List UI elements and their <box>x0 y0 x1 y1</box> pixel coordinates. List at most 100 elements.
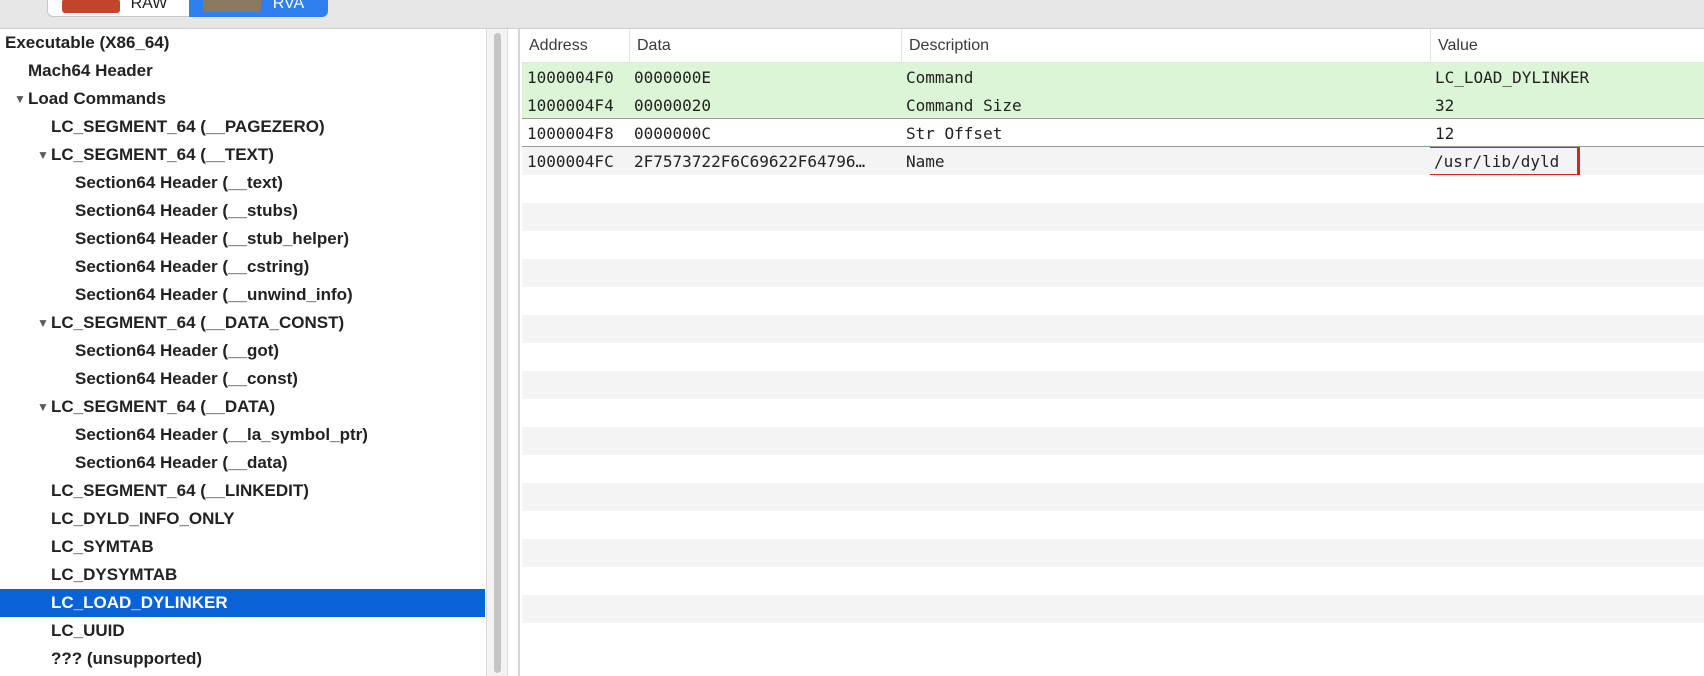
cell-value: /usr/lib/dyld <box>1430 147 1704 175</box>
tree-item-label: LC_SEGMENT_64 (__DATA_CONST) <box>51 313 345 332</box>
table-row[interactable]: 1000004F8 0000000C Str Offset 12 <box>522 119 1704 147</box>
tree-item-label: Section64 Header (__stub_helper) <box>75 229 349 248</box>
empty-table-row[interactable] <box>522 287 1704 315</box>
raw-label: RAW <box>130 0 168 12</box>
tree-item[interactable]: LC_DYSYMTAB <box>0 561 485 589</box>
tree-item-label: ??? (unsupported) <box>51 649 203 668</box>
tree-item-label: LC_DYLD_INFO_ONLY <box>51 509 235 528</box>
tree-item[interactable]: LC_LOAD_DYLINKER <box>0 589 485 617</box>
split-view-divider[interactable] <box>486 29 508 676</box>
empty-table-row[interactable] <box>522 175 1704 203</box>
empty-table-row[interactable] <box>522 539 1704 567</box>
cell-data: 2F7573722F6C69622F64796… <box>634 151 866 171</box>
cell-description: Command Size <box>906 95 1022 115</box>
disclosure-triangle-icon[interactable]: ▼ <box>12 92 28 106</box>
tree-item-label: LC_DYSYMTAB <box>51 565 178 584</box>
cell-address: 1000004F4 <box>527 95 614 115</box>
empty-table-row[interactable] <box>522 259 1704 287</box>
tree-item[interactable]: LC_SEGMENT_64 (__PAGEZERO) <box>0 113 485 141</box>
tree-item[interactable]: ▼ LC_SEGMENT_64 (__DATA_CONST) <box>0 309 485 337</box>
empty-table-row[interactable] <box>522 231 1704 259</box>
tree-item-label: LC_SEGMENT_64 (__PAGEZERO) <box>51 117 325 136</box>
disclosure-triangle-icon[interactable]: ▼ <box>35 148 51 162</box>
disclosure-triangle-icon[interactable]: ▼ <box>35 400 51 414</box>
cell-data: 00000020 <box>634 95 712 115</box>
empty-table-row[interactable] <box>522 427 1704 455</box>
toolbar: RAW RVA <box>0 0 1704 29</box>
tree-item[interactable]: LC_SEGMENT_64 (__LINKEDIT) <box>0 477 485 505</box>
cell-address: 1000004FC <box>527 151 614 171</box>
cell-value: 32 <box>1435 95 1455 115</box>
rva-icon <box>203 0 261 12</box>
tree-item-label: LC_SEGMENT_64 (__LINKEDIT) <box>51 481 309 500</box>
disclosure-triangle-icon[interactable]: ▼ <box>35 316 51 330</box>
tree-item-label: LC_SEGMENT_64 (__TEXT) <box>51 145 274 164</box>
tree-item-label: LC_LOAD_DYLINKER <box>51 593 228 612</box>
empty-table-row[interactable] <box>522 455 1704 483</box>
table-header: Address Data Description Value <box>522 29 1704 63</box>
tree-item[interactable]: Section64 Header (__la_symbol_ptr) <box>0 421 485 449</box>
cell-description: Command <box>906 67 974 87</box>
tree-item[interactable]: LC_UUID <box>0 617 485 645</box>
tree-item-label: Section64 Header (__got) <box>75 341 280 360</box>
tree-item[interactable]: Section64 Header (__stub_helper) <box>0 225 485 253</box>
cell-description: Name <box>906 151 945 171</box>
empty-table-row[interactable] <box>522 567 1704 595</box>
empty-table-row[interactable] <box>522 315 1704 343</box>
table-row[interactable]: 1000004F4 00000020 Command Size 32 <box>522 91 1704 119</box>
tree-item-label: Section64 Header (__unwind_info) <box>75 285 353 304</box>
rva-label: RVA <box>272 0 305 12</box>
column-header-address[interactable]: Address <box>522 29 629 62</box>
tree-item[interactable]: ▼ LC_SEGMENT_64 (__TEXT) <box>0 141 485 169</box>
cell-address: 1000004F0 <box>527 67 614 87</box>
tree-item[interactable]: Section64 Header (__unwind_info) <box>0 281 485 309</box>
tree-item[interactable]: Mach64 Header <box>0 57 485 85</box>
tree-scrollbar-thumb[interactable] <box>494 33 501 673</box>
tree-item[interactable]: ▼ Load Commands <box>0 85 485 113</box>
tree-item-label: LC_SEGMENT_64 (__DATA) <box>51 397 276 416</box>
detail-table: Address Data Description Value 1000004F0… <box>522 29 1704 676</box>
tree-item-label: Mach64 Header <box>28 61 153 80</box>
outline-tree: Executable (X86_64) Mach64 Header ▼ Load Co… <box>0 29 485 676</box>
rva-segment-button[interactable]: RVA <box>189 0 328 17</box>
empty-table-row[interactable] <box>522 483 1704 511</box>
tree-item-label: LC_SYMTAB <box>51 537 154 556</box>
cell-address: 1000004F8 <box>527 123 614 143</box>
tree-item-label: Executable (X86_64) <box>5 33 170 52</box>
empty-table-row[interactable] <box>522 595 1704 623</box>
tree-item-label: LC_UUID <box>51 621 125 640</box>
empty-table-row[interactable] <box>522 399 1704 427</box>
raw-icon <box>62 0 120 13</box>
tree-item[interactable]: Section64 Header (__stubs) <box>0 197 485 225</box>
table-row[interactable]: 1000004FC 2F7573722F6C69622F64796… Name/us… <box>522 147 1704 175</box>
tree-item-label: Section64 Header (__stubs) <box>75 201 298 220</box>
tree-item[interactable]: Section64 Header (__data) <box>0 449 485 477</box>
column-header-value[interactable]: Value <box>1430 29 1704 62</box>
empty-table-row[interactable] <box>522 203 1704 231</box>
tree-item[interactable]: ▼ LC_SEGMENT_64 (__DATA) <box>0 393 485 421</box>
tree-item[interactable]: LC_DYLD_INFO_ONLY <box>0 505 485 533</box>
cell-data: 0000000C <box>634 123 712 143</box>
column-header-data[interactable]: Data <box>629 29 901 62</box>
tree-item[interactable]: Section64 Header (__cstring) <box>0 253 485 281</box>
raw-segment-button[interactable]: RAW <box>47 0 190 17</box>
cell-data: 0000000E <box>634 67 712 87</box>
tree-item-label: Load Commands <box>28 89 166 108</box>
tree-item[interactable]: LC_SYMTAB <box>0 533 485 561</box>
empty-table-row[interactable] <box>522 511 1704 539</box>
column-header-description[interactable]: Description <box>901 29 1430 62</box>
cell-value: 12 <box>1435 123 1455 143</box>
empty-table-row[interactable] <box>522 623 1704 651</box>
tree-item-label: Section64 Header (__const) <box>75 369 298 388</box>
tree-item-label: Section64 Header (__cstring) <box>75 257 310 276</box>
tree-item[interactable]: ??? (unsupported) <box>0 645 485 673</box>
divider <box>518 29 520 676</box>
tree-item[interactable]: Section64 Header (__text) <box>0 169 485 197</box>
tree-item[interactable]: Section64 Header (__const) <box>0 365 485 393</box>
tree-item-label: Section64 Header (__la_symbol_ptr) <box>75 425 368 444</box>
table-row[interactable]: 1000004F0 0000000E Command LC_LOAD_DYLINKER <box>522 63 1704 91</box>
empty-table-row[interactable] <box>522 371 1704 399</box>
tree-item[interactable]: Executable (X86_64) <box>0 29 485 57</box>
empty-table-row[interactable] <box>522 343 1704 371</box>
tree-item[interactable]: Section64 Header (__got) <box>0 337 485 365</box>
